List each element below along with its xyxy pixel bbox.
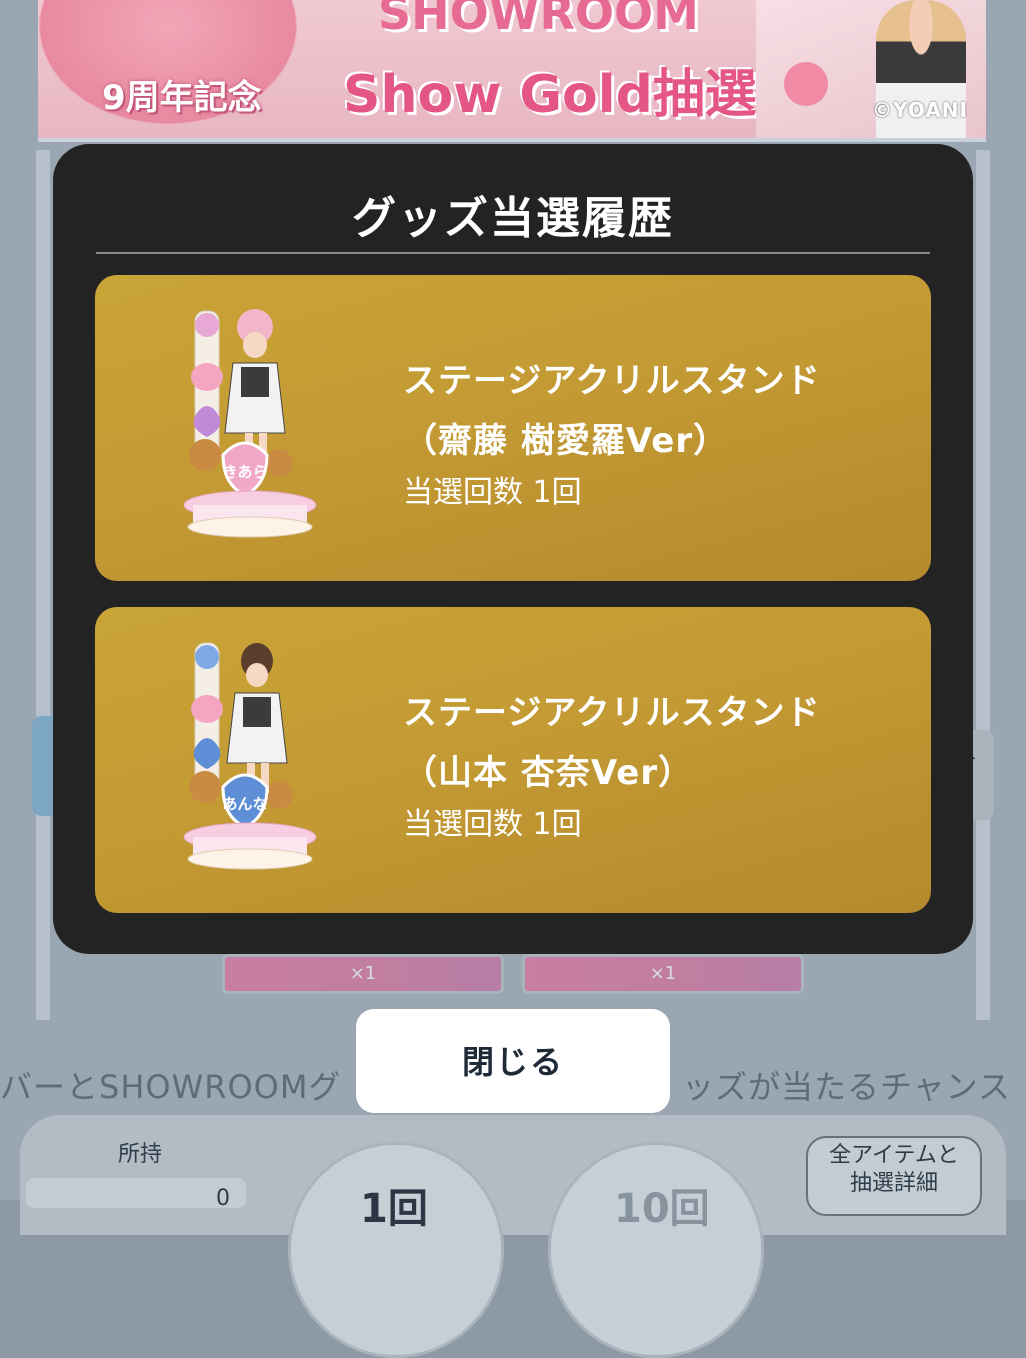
modal-divider [96, 252, 930, 254]
item-details-button[interactable]: 全アイテムと 抽選詳細 [806, 1136, 982, 1216]
description-left: バーとSHOWROOMグ [0, 1068, 342, 1106]
draw-1-button[interactable] [288, 1142, 504, 1358]
acrylic-stand-image: きあら [183, 309, 317, 538]
item-name-line1: ステージアクリルスタンド [403, 693, 821, 733]
item-name-line1: ステージアクリルスタンド [403, 361, 821, 401]
banner-credit: ©YOANI [872, 98, 968, 122]
win-item-card: あんな ステージアクリルスタンド （山本 杏奈Ver） 当選回数 1回 [95, 607, 931, 913]
draw-1-label: 1回 [360, 1186, 428, 1232]
bunny-mascot-icon [776, 30, 836, 120]
acrylic-stand-image: あんな [183, 642, 317, 870]
modal-title: グッズ当選履歴 [352, 193, 674, 244]
draw-10-label: 10回 [614, 1186, 710, 1232]
owned-count: 0 [216, 1186, 230, 1211]
frame-pillar-left [36, 150, 50, 1020]
item-name: ステージアクリルスタンド （齋藤 樹愛羅Ver） [403, 351, 821, 471]
win-count: 当選回数 1回 [403, 807, 582, 842]
item-name-line2: （山本 杏奈Ver） [403, 753, 694, 793]
win-item-card: きあら ステージアクリルスタンド （齋藤 樹愛羅Ver） 当選回数 1回 [95, 275, 931, 581]
draw-10-button[interactable] [548, 1142, 764, 1358]
frame-pillar-right [976, 150, 990, 1020]
quantity-pill: ×1 [522, 954, 804, 994]
banner-title-showroom: SHOWROOM [378, 0, 699, 40]
description-right: ッズが当たるチャンス [682, 1068, 1012, 1106]
item-details-label-line1: 全アイテムと [829, 1143, 959, 1168]
quantity-pill: ×1 [222, 954, 504, 994]
win-count: 当選回数 1回 [403, 475, 582, 510]
anniversary-label: 9周年記念 [102, 78, 262, 118]
item-name-line2: （齋藤 樹愛羅Ver） [403, 421, 729, 461]
owned-label: 所持 [118, 1142, 163, 1167]
item-name: ステージアクリルスタンド （山本 杏奈Ver） [403, 683, 821, 803]
nameplate-text: きあら [222, 463, 267, 481]
event-banner[interactable]: 9周年記念 SHOWROOM Show Gold抽選 ©YOANI [38, 0, 986, 142]
nameplate-text: あんな [222, 795, 267, 813]
close-button[interactable]: 閉じる [356, 1009, 670, 1113]
item-details-label-line2: 抽選詳細 [849, 1171, 938, 1196]
owned-bar [26, 1178, 246, 1208]
banner-title-lottery: Show Gold抽選 [343, 65, 757, 125]
